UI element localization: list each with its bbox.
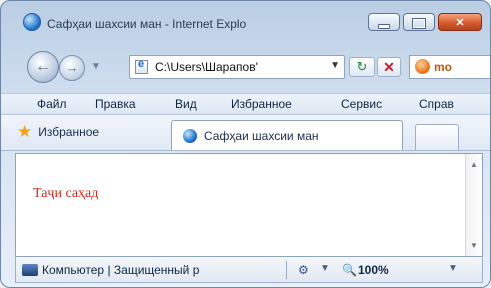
status-bar: Компьютер | Защищенный р ⚙ ▼ 🔍 100% ▼ [15, 257, 483, 283]
search-box[interactable]: mo [409, 55, 490, 79]
status-zone-text: Компьютер | Защищенный р [42, 263, 200, 277]
back-button[interactable]: ← [27, 51, 59, 83]
refresh-button[interactable]: ↻ [349, 57, 375, 77]
menu-bar: Файл Правка Вид Избранное Сервис Справ [1, 93, 490, 115]
zoom-icon[interactable]: 🔍 [342, 263, 357, 277]
tab-page-icon [183, 129, 197, 143]
page-content: Таҷи саҳад ▲ ▼ [15, 153, 483, 257]
favorites-label: Избранное [38, 125, 100, 139]
menu-edit[interactable]: Правка [95, 97, 136, 111]
protected-mode-icon[interactable]: ⚙ [298, 263, 309, 277]
back-arrow-icon: ← [35, 58, 51, 75]
zoom-dropdown-icon[interactable]: ▼ [448, 263, 458, 274]
address-input[interactable]: C:\Users\Шарапов' [155, 60, 258, 74]
zoom-level[interactable]: 100% [358, 263, 389, 277]
stop-button[interactable]: ✕ [377, 57, 401, 77]
search-provider-text: mo [434, 60, 452, 74]
page-icon [135, 58, 148, 74]
page-text: Таҷи саҳад [33, 186, 99, 201]
maximize-button[interactable] [403, 13, 435, 31]
menu-help[interactable]: Справ [419, 97, 454, 111]
status-dropdown-icon[interactable]: ▼ [320, 263, 330, 274]
history-dropdown[interactable]: ▼ [91, 61, 101, 72]
vertical-scrollbar[interactable]: ▲ ▼ [465, 154, 482, 256]
close-button[interactable] [438, 13, 482, 31]
favorites-button[interactable]: ★ Избранное [17, 122, 100, 141]
tabs-bar: ★ Избранное Сафҳаи шахсии ман [1, 115, 490, 151]
status-separator [286, 261, 287, 279]
scroll-down-icon[interactable]: ▼ [466, 241, 482, 250]
title-bar: Сафҳаи шахсии ман - Internet Explo [1, 1, 490, 43]
forward-arrow-icon: → [65, 60, 79, 75]
new-tab-button[interactable] [415, 124, 459, 150]
star-icon: ★ [17, 122, 33, 141]
window-controls [368, 13, 482, 31]
computer-icon [22, 264, 38, 276]
forward-button[interactable]: → [59, 55, 85, 81]
navigation-bar: ← → ▼ C:\Users\Шарапов' ▼ ↻ ✕ mo [1, 47, 490, 87]
active-tab[interactable]: Сафҳаи шахсии ман [171, 120, 403, 150]
address-bar[interactable]: C:\Users\Шарапов' ▼ [129, 55, 345, 79]
active-tab-label: Сафҳаи шахсии ман [204, 129, 319, 143]
menu-file[interactable]: Файл [37, 97, 67, 111]
scroll-up-icon[interactable]: ▲ [466, 160, 482, 169]
menu-tools[interactable]: Сервис [341, 97, 382, 111]
internet-explorer-icon [23, 13, 41, 31]
browser-window: Сафҳаи шахсии ман - Internet Explo ← → ▼… [0, 0, 491, 288]
window-title: Сафҳаи шахсии ман - Internet Explo [47, 17, 247, 31]
menu-favorites[interactable]: Избранное [231, 97, 292, 111]
menu-view[interactable]: Вид [175, 97, 197, 111]
minimize-button[interactable] [368, 13, 400, 31]
address-dropdown-icon[interactable]: ▼ [330, 60, 340, 71]
search-provider-icon [415, 59, 430, 74]
